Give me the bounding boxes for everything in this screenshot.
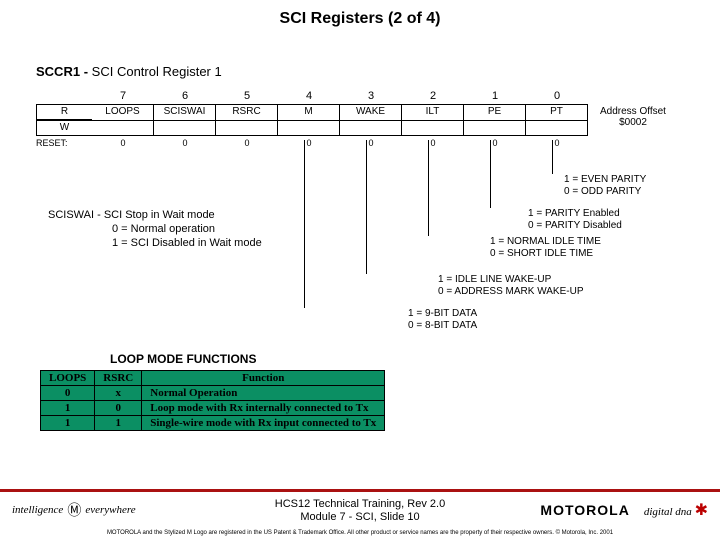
cell: Normal Operation: [142, 386, 385, 401]
reset-0: 0: [526, 138, 588, 148]
loop-h1: LOOPS: [41, 371, 95, 386]
pt-0: 0 = ODD PARITY: [564, 186, 646, 198]
bitnum-1: 1: [464, 90, 526, 102]
register-dash: -: [84, 64, 88, 79]
ilt-1: 1 = NORMAL IDLE TIME: [490, 236, 601, 248]
brand-word-2: everywhere: [85, 504, 135, 516]
cell: x: [95, 386, 142, 401]
page-title: SCI Registers (2 of 4): [0, 0, 720, 28]
loop-table: LOOPS RSRC Function 0 x Normal Operation…: [40, 370, 385, 431]
leader-ilt: [428, 140, 429, 236]
reset-3: 0: [340, 138, 402, 148]
motorola-text: MOTOROLA: [540, 502, 629, 518]
wake-0: 0 = ADDRESS MARK WAKE-UP: [438, 286, 584, 298]
brand-motorola: MOTOROLA digital dna ✱: [540, 500, 708, 520]
leader-pe: [490, 140, 491, 208]
cell: 0: [41, 386, 95, 401]
register-name: SCCR1 - SCI Control Register 1: [36, 64, 222, 79]
reset-row: RESET: 0 0 0 0 0 0 0 0: [36, 138, 588, 148]
reset-label: RESET:: [36, 138, 92, 148]
field-2: ILT: [402, 104, 464, 120]
reset-7: 0: [92, 138, 154, 148]
pe-0: 0 = PARITY Disabled: [528, 220, 622, 232]
copyright-line: MOTOROLA and the Stylized M Logo are reg…: [0, 530, 720, 540]
cell: 1: [95, 416, 142, 431]
sciswai-0: 0 = Normal operation: [48, 222, 262, 236]
m-1: 1 = 9-BIT DATA: [408, 308, 477, 320]
bitnum-4: 4: [278, 90, 340, 102]
bitnum-2: 2: [402, 90, 464, 102]
table-row: 0 x Normal Operation: [41, 386, 385, 401]
reset-5: 0: [216, 138, 278, 148]
bitnum-0: 0: [526, 90, 588, 102]
brand-intelligence-everywhere: intelligence Ⓜ everywhere: [12, 500, 136, 520]
read-row: R LOOPS SCISWAI RSRC M WAKE ILT PE PT: [36, 104, 588, 120]
register-diagram: 7 6 5 4 3 2 1 0 R LOOPS SCISWAI RSRC M W…: [36, 90, 588, 148]
w-label: W: [36, 120, 92, 136]
cell: Single-wire mode with Rx input connected…: [142, 416, 385, 431]
address-value: $0002: [600, 117, 666, 128]
bitnum-6: 6: [154, 90, 216, 102]
pe-1: 1 = PARITY Enabled: [528, 208, 622, 220]
annotation-wake: 1 = IDLE LINE WAKE-UP 0 = ADDRESS MARK W…: [438, 274, 584, 298]
loop-table-title: LOOP MODE FUNCTIONS: [110, 352, 256, 366]
field-6: SCISWAI: [154, 104, 216, 120]
cell: Loop mode with Rx internally connected t…: [142, 401, 385, 416]
bat-icon: Ⓜ: [67, 500, 81, 520]
digital-dna-text: digital dna: [644, 506, 692, 518]
pt-1: 1 = EVEN PARITY: [564, 174, 646, 186]
table-row: 1 0 Loop mode with Rx internally connect…: [41, 401, 385, 416]
leader-m: [304, 140, 305, 308]
address-offset: Address Offset $0002: [600, 106, 666, 128]
reset-2: 0: [402, 138, 464, 148]
field-1: PE: [464, 104, 526, 120]
table-row: 1 1 Single-wire mode with Rx input conne…: [41, 416, 385, 431]
cell: 1: [41, 401, 95, 416]
cell: 1: [41, 416, 95, 431]
annotation-pt: 1 = EVEN PARITY 0 = ODD PARITY: [564, 174, 646, 198]
write-row: W: [36, 120, 588, 136]
annotation-ilt: 1 = NORMAL IDLE TIME 0 = SHORT IDLE TIME: [490, 236, 601, 260]
sciswai-1: 1 = SCI Disabled in Wait mode: [48, 236, 262, 250]
sciswai-title: SCISWAI - SCI Stop in Wait mode: [48, 208, 262, 222]
address-label: Address Offset: [600, 106, 666, 117]
bitnum-5: 5: [216, 90, 278, 102]
field-7: LOOPS: [92, 104, 154, 120]
leader-wake: [366, 140, 367, 274]
reset-1: 0: [464, 138, 526, 148]
annotation-pe: 1 = PARITY Enabled 0 = PARITY Disabled: [528, 208, 622, 232]
wake-1: 1 = IDLE LINE WAKE-UP: [438, 274, 584, 286]
bitnum-7: 7: [92, 90, 154, 102]
sciswai-block: SCISWAI - SCI Stop in Wait mode 0 = Norm…: [48, 208, 262, 250]
bitnum-3: 3: [340, 90, 402, 102]
footer: intelligence Ⓜ everywhere HCS12 Technica…: [0, 489, 720, 540]
register-name-desc: SCI Control Register 1: [92, 64, 222, 79]
leader-pt: [552, 140, 553, 174]
m-0: 0 = 8-BIT DATA: [408, 320, 477, 332]
field-3: WAKE: [340, 104, 402, 120]
loop-h3: Function: [142, 371, 385, 386]
cell: 0: [95, 401, 142, 416]
brand-word-1: intelligence: [12, 504, 63, 516]
star-icon: ✱: [695, 502, 708, 519]
reset-6: 0: [154, 138, 216, 148]
reset-4: 0: [278, 138, 340, 148]
field-0: PT: [526, 104, 588, 120]
field-4: M: [278, 104, 340, 120]
loop-h2: RSRC: [95, 371, 142, 386]
annotation-m: 1 = 9-BIT DATA 0 = 8-BIT DATA: [408, 308, 477, 332]
r-label: R: [36, 104, 92, 120]
field-5: RSRC: [216, 104, 278, 120]
bit-numbers: 7 6 5 4 3 2 1 0: [36, 90, 588, 102]
register-name-bold: SCCR1: [36, 64, 80, 79]
ilt-0: 0 = SHORT IDLE TIME: [490, 248, 601, 260]
loop-header-row: LOOPS RSRC Function: [41, 371, 385, 386]
